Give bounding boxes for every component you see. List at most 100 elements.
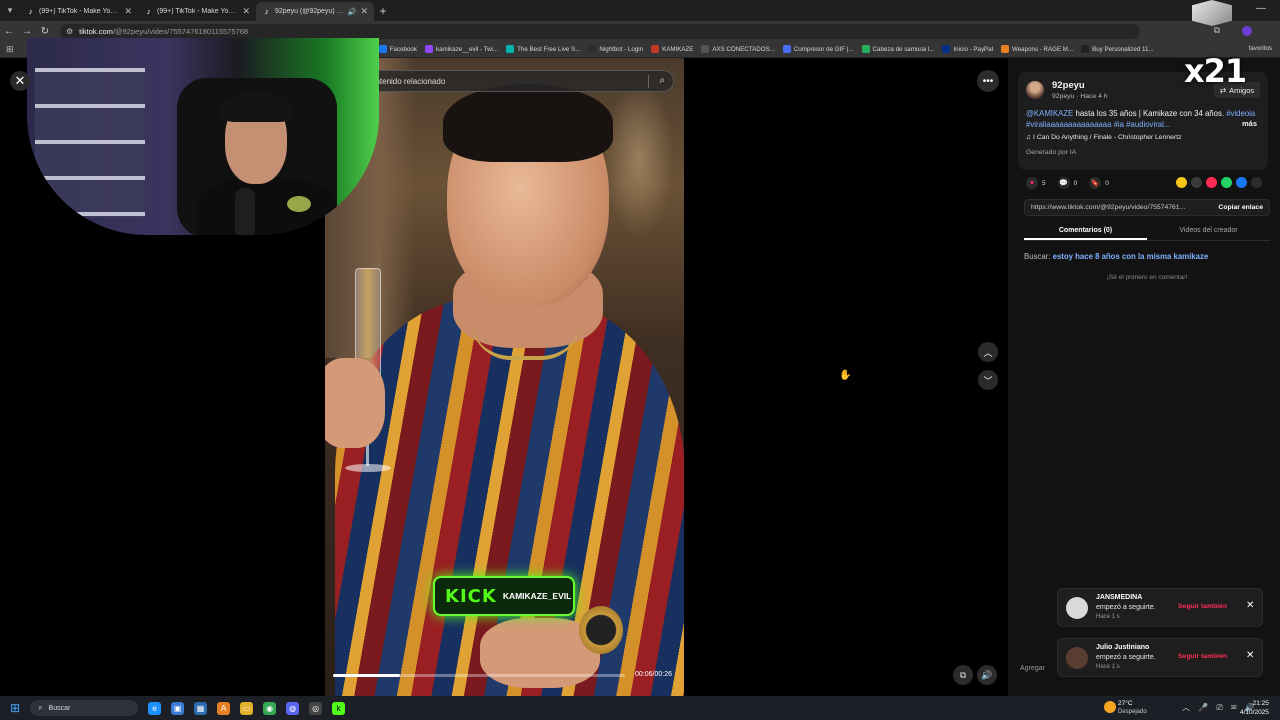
discord-icon[interactable]: ◍ [286, 701, 300, 715]
save-count: 0 [1105, 179, 1109, 187]
bookmarks-folder-label[interactable]: favoritos [1249, 45, 1272, 52]
window-controls[interactable]: — [1256, 3, 1266, 14]
notification-time: Hace 1 s [1096, 614, 1120, 620]
miniplayer-icon[interactable]: ⧉ [953, 665, 973, 685]
browser-tab-1[interactable]: ♪ (99+) TikTok - Make Your Day ✕ [20, 2, 138, 21]
bookmark-item[interactable]: Facebook [378, 45, 417, 53]
heart-icon: ♥ [1026, 177, 1038, 189]
reload-icon[interactable]: ↻ [36, 26, 54, 37]
bookmark-item[interactable]: Nightbot - Login [588, 45, 643, 53]
bookmark-item[interactable]: Compresor de GIF |... [782, 45, 854, 53]
apps-grid-icon[interactable]: ⊞ [6, 44, 14, 55]
back-icon[interactable]: ← [0, 26, 18, 37]
taskbar-clock[interactable]: 21:25 4/10/2025 [1240, 699, 1269, 717]
bookmark-item[interactable]: Inicio - PayPal [942, 45, 993, 53]
browser-tab-2[interactable]: ♪ (99+) TikTok - Make Your Day ✕ [138, 2, 256, 21]
search-suggestion[interactable]: Buscar: estoy hace 8 años con la misma k… [1024, 252, 1208, 261]
bookmark-item[interactable]: Cabeza de samurai l... [861, 45, 935, 53]
bookmark-item[interactable]: Buy Personalized 11... [1081, 45, 1154, 53]
paypal-icon [942, 45, 951, 53]
related-search-input[interactable]: ontenido relacionado ⌕ [330, 70, 674, 92]
browser-tab-3[interactable]: ♪ 92peyu (@92peyu) | TikTok 🔊 ✕ [256, 2, 374, 21]
music-title: I Can Do Anything / Finale - Christopher… [1033, 134, 1182, 141]
axs-icon [701, 45, 710, 53]
windows-start-icon[interactable]: ⊞ [10, 701, 20, 715]
volume-icon[interactable]: 🔊 [977, 665, 997, 685]
tab-close-icon[interactable]: ✕ [242, 6, 250, 17]
app-icon[interactable]: A [217, 701, 231, 715]
obs-icon[interactable]: ◎ [309, 701, 323, 715]
share-buttons [1172, 177, 1262, 188]
bookmark-label: Inicio - PayPal [953, 45, 994, 53]
tab-close-icon[interactable]: ✕ [124, 6, 132, 17]
bookmark-item[interactable]: kamikaze__evil - Twi... [424, 45, 498, 53]
rage-icon [1001, 45, 1010, 53]
whatsapp-icon[interactable] [1221, 177, 1232, 188]
bookmark-item[interactable]: The Best Free Live S... [506, 45, 580, 53]
folder-icon[interactable]: ▭ [240, 701, 254, 715]
more-link[interactable]: más [1242, 119, 1257, 128]
bookmark-label: AXS CONECTADOS... [712, 45, 775, 53]
close-icon[interactable]: ✕ [1246, 600, 1254, 611]
comment-count: 0 [1073, 179, 1078, 187]
comment-button[interactable]: 💬 0 [1057, 177, 1078, 189]
new-tab-icon[interactable]: + [374, 4, 392, 18]
bookmark-item[interactable]: Weapons - RAGE M... [1001, 45, 1073, 53]
calculator-icon[interactable]: ▦ [194, 701, 208, 715]
like-count: 5 [1042, 179, 1046, 187]
video-progress-bar[interactable] [333, 674, 625, 677]
mention-link[interactable]: @KAMIKAZE [1026, 109, 1073, 118]
tiktok-icon: ♪ [28, 7, 33, 16]
next-video-icon[interactable]: ﹀ [978, 370, 998, 390]
search-query: estoy hace 8 años con la misma kamikaze [1052, 252, 1209, 261]
music-info[interactable]: ♫ I Can Do Anything / Finale - Christoph… [1026, 134, 1181, 141]
video-frame-detail [579, 606, 623, 654]
speaker-icon[interactable]: 🔊 [348, 8, 357, 16]
description-text: hasta los 35 años | Kamikaze con 34 años… [1073, 109, 1227, 118]
profile-avatar[interactable] [1242, 26, 1252, 36]
send-icon[interactable] [1206, 177, 1217, 188]
site-info-icon[interactable]: ⚙ [66, 27, 73, 36]
previous-video-icon[interactable]: ︿ [978, 342, 998, 362]
creator-name[interactable]: 92peyu [1052, 80, 1085, 91]
tab-close-icon[interactable]: ✕ [360, 6, 368, 17]
video-link[interactable]: https://www.tiktok.com/@92peyu/video/755… [1025, 204, 1212, 211]
more-options-icon[interactable]: ••• [977, 70, 999, 92]
copy-link-button[interactable]: Copiar enlace [1212, 204, 1269, 211]
save-button[interactable]: 🔖 0 [1089, 177, 1109, 189]
close-icon[interactable]: ✕ [1246, 650, 1254, 661]
stream-icon [506, 45, 515, 53]
kick-app-icon[interactable]: k [332, 701, 346, 715]
tab-creator-videos[interactable]: Videos del creador [1147, 223, 1270, 240]
edge-icon[interactable]: e [148, 701, 162, 715]
weather-widget[interactable]: 27°C Despejado [1104, 699, 1174, 717]
cast-icon[interactable]: ⧉ [1214, 25, 1220, 36]
follow-back-button[interactable]: Seguir también [1178, 653, 1227, 660]
coin-icon[interactable] [1176, 177, 1187, 188]
tab-comments[interactable]: Comentarios (0) [1024, 223, 1147, 240]
microphone [235, 188, 255, 235]
follow-back-button[interactable]: Seguir también [1178, 603, 1227, 610]
streamer-webcam [27, 38, 379, 235]
video-player[interactable]: KICK KAMIKAZE_EVIL 00:06/00:26 [325, 58, 684, 696]
tab-title: 92peyu (@92peyu) | TikTok [275, 8, 345, 15]
tab-search-icon[interactable]: ▾ [0, 0, 20, 21]
embed-icon[interactable] [1191, 177, 1202, 188]
taskbar-search[interactable]: ⌕ Buscar [30, 700, 139, 716]
tab-title: (99+) TikTok - Make Your Day [39, 8, 120, 15]
chrome-icon[interactable]: ◉ [263, 701, 277, 715]
nightbot-icon [588, 45, 597, 53]
browser-tab-bar: ▾ ♪ (99+) TikTok - Make Your Day ✕ ♪ (99… [0, 0, 1280, 21]
store-icon[interactable]: ▣ [171, 701, 185, 715]
bookmark-item[interactable]: KAMIKAZE [651, 45, 693, 53]
address-bar[interactable]: ⚙ tiktok.com /@92peyu/video/755747618011… [60, 23, 1140, 39]
facebook-icon[interactable] [1236, 177, 1247, 188]
bookmark-label: Cabeza de samurai l... [872, 45, 935, 53]
share-arrow-icon[interactable] [1251, 177, 1262, 188]
avatar[interactable] [1026, 81, 1044, 99]
bookmark-item[interactable]: AXS CONECTADOS... [701, 45, 775, 53]
search-icon[interactable]: ⌕ [659, 75, 665, 86]
close-icon[interactable]: ✕ [10, 71, 30, 91]
like-button[interactable]: ♥ 5 [1026, 177, 1046, 189]
forward-icon[interactable]: → [18, 26, 36, 37]
